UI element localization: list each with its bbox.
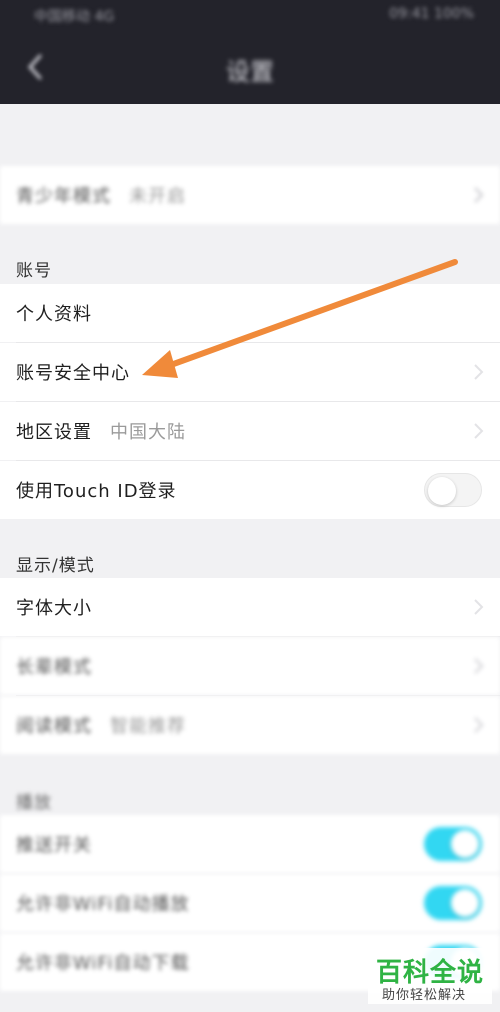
- teen-mode-value: 未开启: [129, 186, 186, 207]
- chevron-right-icon: [474, 717, 484, 733]
- watermark-subtitle: 助你轻松解决: [382, 988, 467, 1003]
- autoplay-setting-toggle[interactable]: [424, 886, 482, 920]
- display-section-title: 显示/模式: [16, 556, 95, 576]
- watermark-logo: 百科全说 助你轻松解决: [368, 948, 492, 1004]
- autoplay-setting-label: 允许非WiFi自动播放: [16, 894, 190, 915]
- region-value: 中国大陆: [110, 422, 186, 443]
- chevron-right-icon: [474, 599, 484, 615]
- profile-label: 个人资料: [16, 304, 92, 325]
- chevron-right-icon: [474, 423, 484, 439]
- account-security-row[interactable]: 账号安全中心: [0, 343, 500, 401]
- elder-mode-label: 长辈模式: [16, 657, 92, 678]
- toggle-knob: [451, 889, 479, 917]
- push-setting-label: 推送开关: [16, 835, 92, 856]
- elder-mode-row[interactable]: 长辈模式: [0, 637, 500, 695]
- status-bar-time-battery: 09:41 100%: [389, 6, 474, 22]
- read-mode-value: 智能推荐: [110, 716, 186, 737]
- account-section-title: 账号: [16, 261, 52, 281]
- chevron-right-icon: [474, 658, 484, 674]
- read-mode-label: 阅读模式: [16, 716, 92, 737]
- teen-mode-row[interactable]: 青少年模式 未开启: [0, 166, 500, 224]
- page-title: 设置: [226, 58, 274, 86]
- playback-section-title: 播放: [16, 793, 52, 813]
- font-size-row[interactable]: 字体大小: [0, 578, 500, 636]
- toggle-knob: [451, 830, 479, 858]
- download-setting-label: 允许非WiFi自动下载: [16, 953, 190, 974]
- font-size-label: 字体大小: [16, 598, 92, 619]
- chevron-right-icon: [474, 364, 484, 380]
- profile-row[interactable]: 个人资料: [0, 284, 500, 342]
- status-bar-carrier: 中国移动 4G: [34, 9, 115, 25]
- region-row[interactable]: 地区设置 中国大陆: [0, 402, 500, 460]
- touch-id-row: 使用Touch ID登录: [0, 461, 500, 519]
- touch-id-label: 使用Touch ID登录: [16, 481, 177, 502]
- account-security-label: 账号安全中心: [16, 363, 130, 384]
- top-navigation-bar: 中国移动 4G 09:41 100% 设置: [0, 0, 500, 104]
- status-bar: 中国移动 4G 09:41 100%: [0, 0, 500, 30]
- region-label: 地区设置: [16, 422, 92, 443]
- toggle-knob: [428, 477, 456, 505]
- read-mode-row[interactable]: 阅读模式 智能推荐: [0, 696, 500, 754]
- touch-id-toggle[interactable]: [424, 473, 482, 507]
- chevron-right-icon: [474, 187, 484, 203]
- teen-mode-label: 青少年模式: [16, 186, 111, 207]
- push-setting-toggle[interactable]: [424, 827, 482, 861]
